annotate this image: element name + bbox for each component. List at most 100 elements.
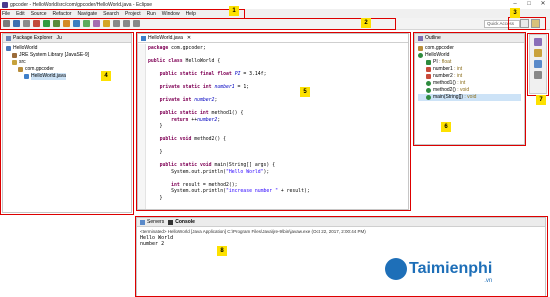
callout-3: 3 — [510, 8, 520, 18]
menu-bar: File Edit Source Refactor Navigate Searc… — [0, 9, 550, 18]
package-explorer-header: Package Explorer Ju — [3, 34, 131, 43]
new-package-icon[interactable] — [73, 20, 80, 27]
tree-item-jre[interactable]: JRE System Library [JavaSE-9] — [6, 52, 128, 59]
callout-6: 6 — [441, 122, 451, 132]
tree-item-src[interactable]: src — [6, 59, 128, 66]
title-bar: gpcoder - HelloWorld/src/com/gpcoder/Hel… — [0, 0, 550, 9]
menu-navigate[interactable]: Navigate — [77, 11, 97, 17]
outline-icon — [418, 35, 423, 41]
menu-window[interactable]: Window — [162, 11, 180, 17]
taimienphi-logo-icon — [385, 258, 407, 280]
back-icon[interactable] — [123, 20, 130, 27]
outline-panel: Outline com.gpcoder HelloWorld PI : floa… — [414, 33, 525, 145]
close-button[interactable]: ✕ — [536, 0, 550, 9]
menu-search[interactable]: Search — [103, 11, 119, 17]
outline-tree: com.gpcoder HelloWorld PI : float number… — [415, 43, 524, 103]
console-line: number 2 — [140, 241, 165, 247]
prev-annotation-icon[interactable] — [113, 20, 120, 27]
outline-item-package[interactable]: com.gpcoder — [418, 45, 521, 52]
servers-tab[interactable]: Servers — [147, 219, 164, 225]
java-perspective-icon[interactable] — [531, 19, 540, 28]
quick-access-input[interactable]: Quick Access — [484, 20, 520, 28]
outline-item-class[interactable]: HelloWorld — [418, 52, 521, 59]
maximize-button[interactable]: □ — [522, 0, 536, 9]
console-header: Servers Console — [137, 218, 545, 227]
editor-tabs: HelloWorld.java ✕ — [138, 34, 408, 43]
field-icon — [426, 74, 431, 79]
run-icon[interactable] — [43, 20, 50, 27]
code-line: } — [148, 195, 163, 201]
console-status: <terminated> HelloWorld [Java Applicatio… — [140, 229, 366, 234]
outline-tab[interactable]: Outline — [425, 35, 441, 41]
java-file-icon — [141, 35, 146, 41]
watermark: Taimienphi .vn — [385, 258, 493, 284]
problems-icon[interactable] — [534, 49, 542, 57]
declaration-icon[interactable] — [534, 71, 542, 79]
callout-5: 5 — [300, 87, 310, 97]
outline-item-method[interactable]: method1() : int — [418, 80, 521, 87]
source-folder-icon — [12, 60, 17, 65]
menu-project[interactable]: Project — [125, 11, 141, 17]
callout-1: 1 — [229, 6, 239, 16]
menu-edit[interactable]: Edit — [16, 11, 25, 17]
outline-item-method[interactable]: method2() : void — [418, 87, 521, 94]
new-class-icon[interactable] — [83, 20, 90, 27]
close-tab-icon[interactable]: ✕ — [187, 35, 191, 41]
method-icon — [426, 81, 431, 86]
menu-help[interactable]: Help — [186, 11, 196, 17]
class-icon — [418, 53, 423, 58]
callout-2: 2 — [361, 18, 371, 28]
right-trim-bar — [529, 34, 547, 94]
tree-item-project[interactable]: HelloWorld — [6, 45, 128, 52]
package-explorer-icon — [6, 35, 11, 41]
debug-icon[interactable] — [33, 20, 40, 27]
save-all-icon[interactable] — [23, 20, 30, 27]
callout-8: 8 — [217, 246, 227, 256]
outline-item-field[interactable]: number2 : int — [418, 73, 521, 80]
main-toolbar — [0, 18, 550, 30]
method-icon — [426, 95, 431, 100]
save-icon[interactable] — [13, 20, 20, 27]
package-tree: HelloWorld JRE System Library [JavaSE-9]… — [3, 43, 131, 82]
menu-run[interactable]: Run — [147, 11, 156, 17]
method-icon — [426, 88, 431, 93]
editor-panel: HelloWorld.java ✕ package com.gpcoder; pu… — [137, 33, 409, 210]
callout-7: 7 — [536, 95, 546, 105]
menu-refactor[interactable]: Refactor — [53, 11, 72, 17]
new-java-project-icon[interactable] — [63, 20, 70, 27]
console-output[interactable]: <terminated> HelloWorld [Java Applicatio… — [140, 229, 543, 247]
open-type-icon[interactable] — [93, 20, 100, 27]
library-icon — [12, 53, 17, 58]
callout-4: 4 — [101, 71, 111, 81]
package-icon — [18, 67, 23, 72]
console-icon — [168, 219, 174, 225]
menu-source[interactable]: Source — [31, 11, 47, 17]
project-icon — [6, 46, 11, 51]
java-file-icon — [24, 74, 29, 79]
forward-icon[interactable] — [133, 20, 140, 27]
search-icon[interactable] — [103, 20, 110, 27]
editor-tab-helloworld[interactable]: HelloWorld.java — [148, 35, 183, 41]
menu-file[interactable]: File — [2, 11, 10, 17]
outline-item-field[interactable]: number1 : int — [418, 66, 521, 73]
javadoc-icon[interactable] — [534, 60, 542, 68]
outline-header: Outline — [415, 34, 524, 43]
field-icon — [426, 60, 431, 65]
task-list-icon[interactable] — [534, 38, 542, 46]
junit-tab[interactable]: Ju — [56, 35, 61, 41]
code-editor[interactable]: package com.gpcoder; public class HelloWo… — [138, 44, 408, 209]
new-icon[interactable] — [3, 20, 10, 27]
console-tab[interactable]: Console — [175, 219, 195, 225]
servers-icon — [140, 219, 145, 225]
run-external-icon[interactable] — [53, 20, 60, 27]
window-title: gpcoder - HelloWorld/src/com/gpcoder/Hel… — [10, 1, 153, 8]
eclipse-app-icon — [2, 1, 8, 8]
watermark-tld: .vn — [484, 278, 493, 284]
watermark-brand: Taimienphi — [409, 260, 493, 277]
outline-item-method-selected[interactable]: main(String[]) : void — [418, 94, 521, 101]
open-perspective-icon[interactable] — [520, 19, 529, 28]
package-explorer-tab[interactable]: Package Explorer — [13, 35, 52, 41]
outline-item-field[interactable]: PI : float — [418, 59, 521, 66]
console-panel: Servers Console <terminated> HelloWorld … — [136, 217, 546, 297]
package-icon — [418, 46, 423, 51]
